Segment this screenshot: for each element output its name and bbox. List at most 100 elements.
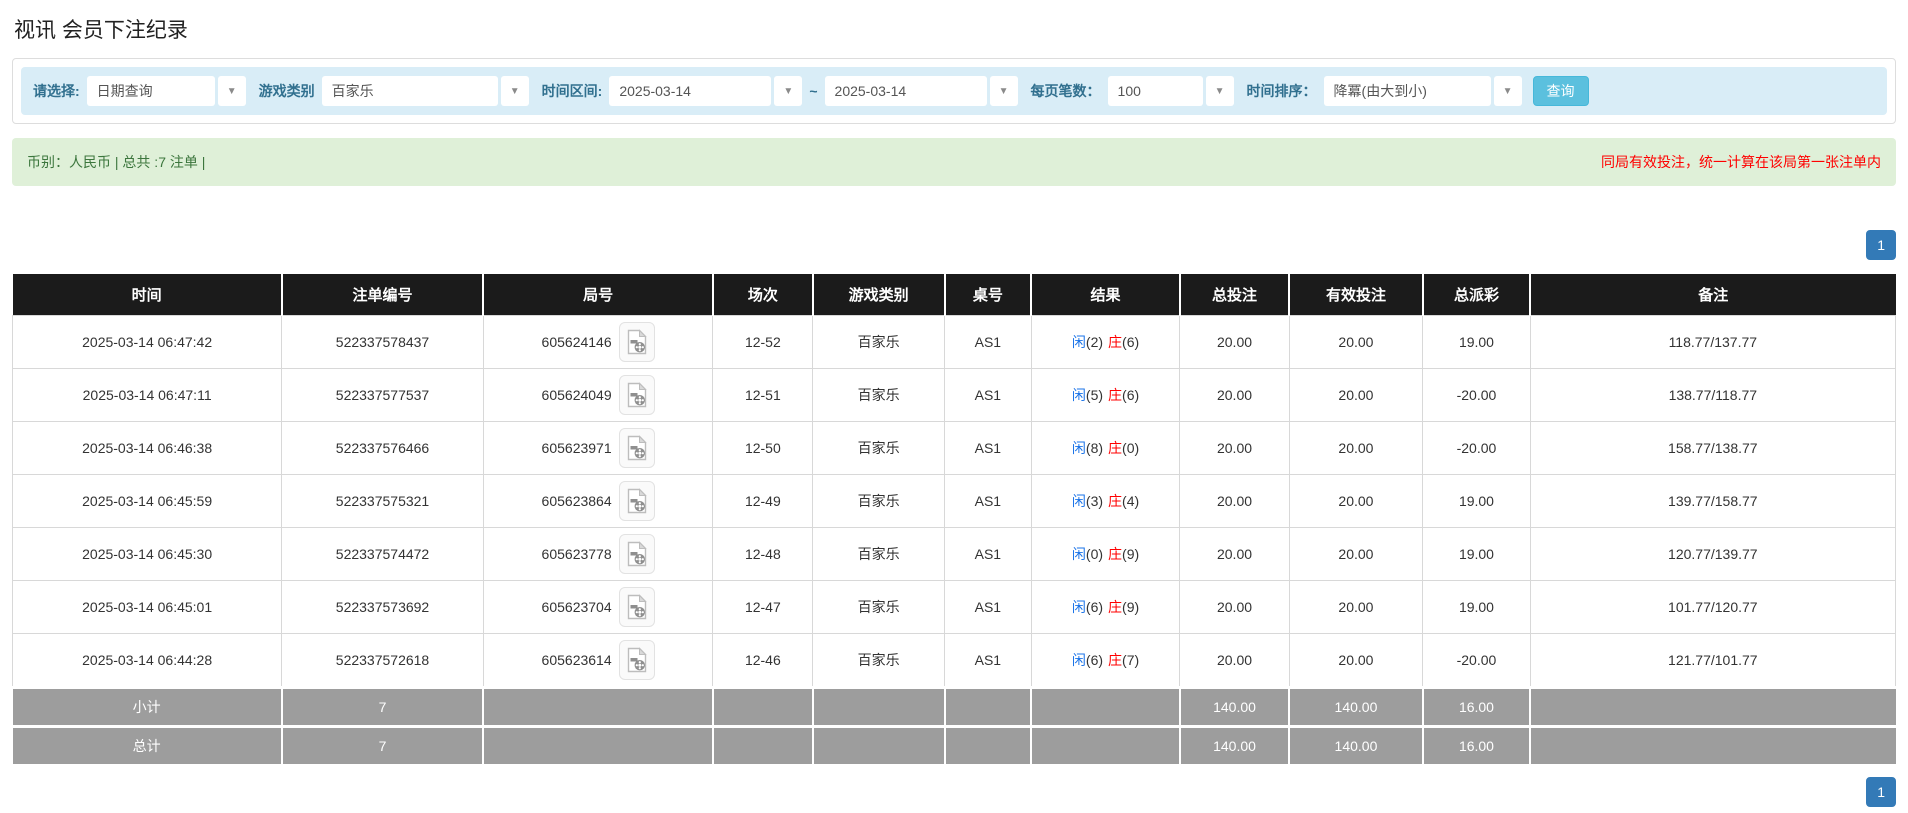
session-cell: 12-49 (713, 475, 813, 528)
valid-bet-cell: 20.00 (1289, 369, 1423, 422)
time-sort-value: 降冪(由大到小) (1324, 76, 1491, 106)
result-cell: 闲(6)庄(9) (1031, 581, 1180, 634)
search-button[interactable]: 查询 (1533, 76, 1589, 106)
header-total-bet: 总投注 (1180, 274, 1289, 316)
chevron-down-icon[interactable]: ▼ (218, 76, 246, 106)
page-size-select[interactable]: 100 ▼ (1108, 76, 1234, 106)
game-type-select[interactable]: 百家乐 ▼ (322, 76, 529, 106)
result-cell: 闲(3)庄(4) (1031, 475, 1180, 528)
page-size-value: 100 (1108, 76, 1203, 106)
video-replay-button[interactable] (619, 375, 655, 415)
video-replay-button[interactable] (619, 481, 655, 521)
game-type-cell: 百家乐 (813, 528, 945, 581)
table-body: 2025-03-14 06:47:42 522337578437 6056241… (13, 316, 1896, 765)
filter-panel: 请选择: 日期查询 ▼ 游戏类别 百家乐 ▼ 时间区间: 2025-03-14 … (12, 58, 1896, 124)
round-cell: 605623614 (483, 634, 713, 688)
subtotal-label: 小计 (13, 688, 282, 727)
total-row: 总计 7 140.00 140.00 16.00 (13, 727, 1896, 765)
date-range-label: 时间区间: (542, 81, 603, 101)
valid-bet-cell: 20.00 (1289, 528, 1423, 581)
video-replay-button[interactable] (619, 322, 655, 362)
total-bet-cell[interactable]: 20.00 (1180, 528, 1289, 581)
game-type-value: 百家乐 (322, 76, 498, 106)
banker-count: (9) (1122, 599, 1139, 615)
player-label: 闲 (1072, 334, 1086, 350)
result-cell: 闲(6)庄(7) (1031, 634, 1180, 688)
filter-bar: 请选择: 日期查询 ▼ 游戏类别 百家乐 ▼ 时间区间: 2025-03-14 … (21, 67, 1887, 115)
session-cell: 12-48 (713, 528, 813, 581)
round-id: 605623704 (542, 599, 612, 615)
round-cell: 605623704 (483, 581, 713, 634)
table-row: 2025-03-14 06:45:59 522337575321 6056238… (13, 475, 1896, 528)
payout-cell: 19.00 (1423, 475, 1530, 528)
result-cell: 闲(8)庄(0) (1031, 422, 1180, 475)
header-session: 场次 (713, 274, 813, 316)
total-bet-cell[interactable]: 20.00 (1180, 475, 1289, 528)
round-id: 605624049 (542, 387, 612, 403)
player-count: (3) (1086, 493, 1103, 509)
video-file-icon (626, 594, 648, 620)
result-cell: 闲(5)庄(6) (1031, 369, 1180, 422)
subtotal-row: 小计 7 140.00 140.00 16.00 (13, 688, 1896, 727)
round-cell: 605623778 (483, 528, 713, 581)
time-sort-select[interactable]: 降冪(由大到小) ▼ (1324, 76, 1522, 106)
bet-id-cell: 522337576466 (282, 422, 483, 475)
banker-count: (6) (1122, 334, 1139, 350)
total-bet-cell[interactable]: 20.00 (1180, 369, 1289, 422)
total-bet-cell[interactable]: 20.00 (1180, 581, 1289, 634)
chevron-down-icon[interactable]: ▼ (774, 76, 802, 106)
session-cell: 12-51 (713, 369, 813, 422)
valid-bet-cell: 20.00 (1289, 422, 1423, 475)
banker-count: (6) (1122, 387, 1139, 403)
player-label: 闲 (1072, 546, 1086, 562)
page-1-button[interactable]: 1 (1866, 777, 1896, 807)
table-row: 2025-03-14 06:44:28 522337572618 6056236… (13, 634, 1896, 688)
video-replay-button[interactable] (619, 428, 655, 468)
banker-label: 庄 (1108, 546, 1122, 562)
video-replay-button[interactable] (619, 640, 655, 680)
header-round-id: 局号 (483, 274, 713, 316)
bet-id-cell: 522337573692 (282, 581, 483, 634)
chevron-down-icon[interactable]: ▼ (501, 76, 529, 106)
chevron-down-icon[interactable]: ▼ (1206, 76, 1234, 106)
remark-cell: 158.77/138.77 (1530, 422, 1895, 475)
header-table-no: 桌号 (945, 274, 1032, 316)
chevron-down-icon[interactable]: ▼ (1494, 76, 1522, 106)
table-no-cell: AS1 (945, 475, 1032, 528)
page-1-button[interactable]: 1 (1866, 230, 1896, 260)
session-cell: 12-52 (713, 316, 813, 369)
round-cell: 605623864 (483, 475, 713, 528)
summary-bar: 币别：人民币 | 总共 :7 注单 | 同局有效投注，统一计算在该局第一张注单内 (12, 138, 1896, 186)
bet-id-cell: 522337575321 (282, 475, 483, 528)
total-bet-cell[interactable]: 20.00 (1180, 316, 1289, 369)
total-count: 7 (282, 727, 483, 765)
date-from-select[interactable]: 2025-03-14 ▼ (609, 76, 802, 106)
round-cell: 605623971 (483, 422, 713, 475)
round-id: 605623778 (542, 546, 612, 562)
subtotal-count: 7 (282, 688, 483, 727)
video-replay-button[interactable] (619, 534, 655, 574)
game-type-cell: 百家乐 (813, 581, 945, 634)
bet-id-cell: 522337574472 (282, 528, 483, 581)
total-bet-cell[interactable]: 20.00 (1180, 634, 1289, 688)
query-type-select[interactable]: 日期查询 ▼ (87, 76, 246, 106)
player-count: (0) (1086, 546, 1103, 562)
table-header-row: 时间 注单编号 局号 场次 游戏类别 桌号 结果 总投注 有效投注 总派彩 备注 (13, 274, 1896, 316)
player-count: (6) (1086, 599, 1103, 615)
player-label: 闲 (1072, 652, 1086, 668)
table-no-cell: AS1 (945, 316, 1032, 369)
game-type-cell: 百家乐 (813, 475, 945, 528)
chevron-down-icon[interactable]: ▼ (990, 76, 1018, 106)
table-no-cell: AS1 (945, 369, 1032, 422)
player-count: (8) (1086, 440, 1103, 456)
total-total-bet: 140.00 (1180, 727, 1289, 765)
round-cell: 605624146 (483, 316, 713, 369)
valid-bet-cell: 20.00 (1289, 316, 1423, 369)
total-bet-cell[interactable]: 20.00 (1180, 422, 1289, 475)
video-replay-button[interactable] (619, 587, 655, 627)
table-row: 2025-03-14 06:47:42 522337578437 6056241… (13, 316, 1896, 369)
round-id: 605623864 (542, 493, 612, 509)
game-type-cell: 百家乐 (813, 316, 945, 369)
date-to-select[interactable]: 2025-03-14 ▼ (825, 76, 1018, 106)
banker-label: 庄 (1108, 440, 1122, 456)
